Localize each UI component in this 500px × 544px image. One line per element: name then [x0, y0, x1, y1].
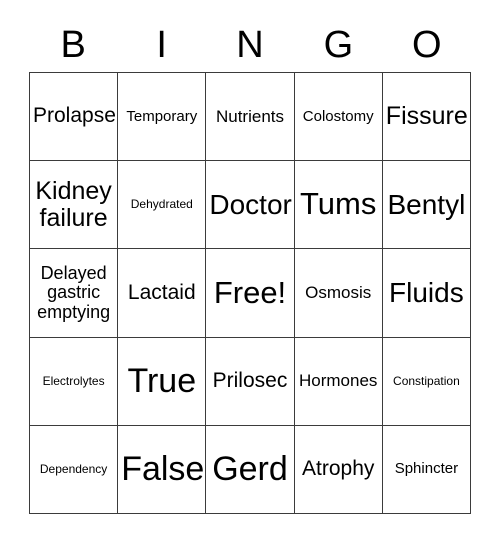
bingo-cell-label: Dehydrated	[130, 197, 193, 212]
bingo-cell[interactable]: Nutrients	[206, 73, 295, 162]
bingo-cell[interactable]: True	[118, 337, 207, 426]
bingo-cell[interactable]: Doctor	[206, 161, 295, 250]
bingo-cell[interactable]: Delayed gastric emptying	[30, 249, 119, 338]
bingo-cell-label: Gerd	[212, 450, 288, 489]
bingo-cell[interactable]: Dehydrated	[118, 161, 207, 250]
bingo-cell[interactable]: Prilosec	[206, 337, 295, 426]
bingo-cell[interactable]: Colostomy	[294, 73, 383, 162]
bingo-cell-label: True	[127, 362, 197, 401]
bingo-card: B I N G O Prolapse Temporary Nutrients Colo…	[0, 0, 500, 544]
bingo-cell[interactable]: Fluids	[382, 249, 471, 338]
bingo-cell[interactable]: Temporary	[118, 73, 207, 162]
bingo-cell-label: Kidney failure	[35, 177, 112, 232]
bingo-grid: Prolapse Temporary Nutrients Colostomy Fissu…	[29, 72, 471, 514]
bingo-cell[interactable]: Dependency	[30, 425, 119, 514]
bingo-header-letter-o: O	[412, 24, 442, 66]
bingo-cell-label: Sphincter	[394, 460, 459, 478]
bingo-cell-label: Prilosec	[212, 369, 288, 393]
bingo-header-letter-b: B	[60, 24, 86, 66]
bingo-header-letter-n: N	[236, 24, 264, 66]
bingo-cell[interactable]: Tums	[294, 161, 383, 250]
bingo-cell-label: Atrophy	[302, 457, 375, 481]
bingo-cell[interactable]: Gerd	[206, 425, 295, 514]
bingo-cell[interactable]: Sphincter	[382, 425, 471, 514]
bingo-cell[interactable]: Lactaid	[118, 249, 207, 338]
bingo-header-letter-g: G	[323, 24, 354, 66]
bingo-cell-label: Constipation	[393, 373, 460, 388]
bingo-cell-label: Fissure	[385, 102, 468, 131]
bingo-cell[interactable]: Electrolytes	[30, 337, 119, 426]
bingo-cell[interactable]: Hormones	[294, 337, 383, 426]
bingo-cell[interactable]: Prolapse	[30, 73, 119, 162]
bingo-cell-label: Bentyl	[387, 188, 466, 220]
bingo-cell-label: Temporary	[126, 107, 198, 125]
bingo-cell-label: Doctor	[209, 188, 292, 220]
bingo-cell-label: Delayed gastric emptying	[37, 263, 111, 322]
bingo-cell[interactable]: Fissure	[382, 73, 471, 162]
bingo-cell-label: Nutrients	[215, 106, 284, 126]
bingo-cell-label: Tums	[300, 186, 377, 222]
bingo-cell-label: Osmosis	[305, 282, 372, 302]
bingo-cell-label: Hormones	[298, 371, 378, 391]
bingo-cell[interactable]: Bentyl	[382, 161, 471, 250]
bingo-cell-label: Prolapse	[33, 104, 116, 128]
bingo-cell[interactable]: Osmosis	[294, 249, 383, 338]
bingo-cell-label: Free!	[213, 274, 287, 310]
bingo-cell-label: Lactaid	[127, 280, 196, 304]
bingo-cell-label: Fluids	[389, 277, 464, 309]
bingo-cell[interactable]: Constipation	[382, 337, 471, 426]
bingo-cell-label: Colostomy	[302, 107, 374, 125]
bingo-cell[interactable]: Atrophy	[294, 425, 383, 514]
bingo-header-row: B I N G O	[29, 18, 471, 72]
bingo-cell[interactable]: Free!	[206, 249, 295, 338]
bingo-cell-label: False	[121, 450, 205, 489]
bingo-cell[interactable]: Kidney failure	[30, 161, 119, 250]
bingo-cell-label: Dependency	[39, 462, 108, 477]
bingo-cell[interactable]: False	[118, 425, 207, 514]
bingo-header-letter-i: I	[156, 24, 167, 66]
bingo-cell-label: Electrolytes	[42, 373, 105, 388]
